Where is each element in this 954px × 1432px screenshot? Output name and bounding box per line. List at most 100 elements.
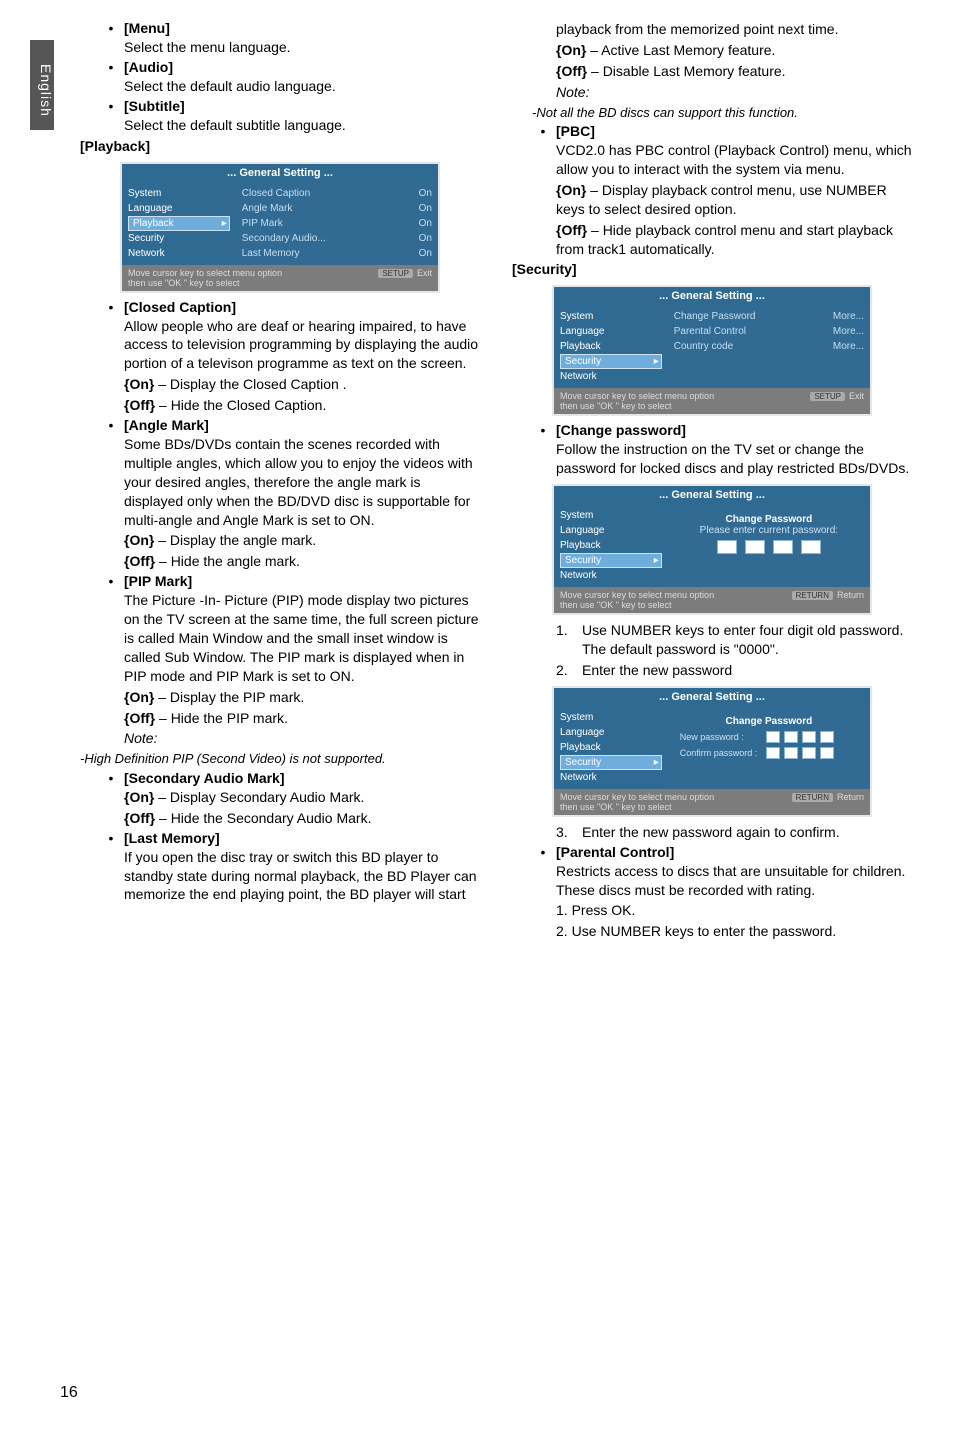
item-change-pw: • [Change password] Follow the instructi…: [512, 422, 914, 478]
pip-note-label: Note:: [124, 729, 482, 748]
osd-v: More...: [833, 326, 864, 337]
bullet: •: [104, 299, 118, 415]
lm-note-label: Note:: [512, 83, 914, 102]
osd-k: PIP Mark: [242, 218, 283, 229]
right-column: playback from the memorized point next t…: [512, 18, 914, 941]
osd-k: Parental Control: [674, 326, 746, 337]
pw-box: [766, 747, 780, 759]
osd-left-item: Network: [560, 568, 662, 583]
osd-foot: Move cursor key to select menu option th…: [122, 265, 438, 291]
steps-list-2: 3.Enter the new password again to confir…: [512, 823, 914, 842]
osd-title: ... General Setting ...: [554, 486, 870, 504]
pip-desc: The Picture -In- Picture (PIP) mode disp…: [124, 591, 482, 685]
pip-on: {On} – Display the PIP mark.: [124, 688, 482, 707]
cp-title: Change Password: [674, 716, 864, 727]
page-number: 16: [60, 1384, 78, 1402]
audio-head: [Audio]: [124, 59, 482, 75]
osd-left-item: System: [560, 508, 662, 523]
osd-left-item: Language: [560, 523, 662, 538]
osd-v: More...: [833, 341, 864, 352]
step-num: 2.: [556, 661, 576, 680]
sa-on: {On} – Display Secondary Audio Mark.: [124, 788, 482, 807]
parental-s2: 2. Use NUMBER keys to enter the password…: [556, 922, 914, 941]
pw-box: [784, 731, 798, 743]
language-tab: English: [30, 40, 54, 130]
bullet: •: [536, 844, 550, 942]
item-audio: • [Audio] Select the default audio langu…: [80, 59, 482, 96]
item-pip-mark: • [PIP Mark] The Picture -In- Picture (P…: [80, 573, 482, 748]
osd-exit: Exit: [849, 391, 864, 401]
osd-exit: Return: [837, 792, 864, 802]
pw-box: [802, 731, 816, 743]
item-pbc: • [PBC] VCD2.0 has PBC control (Playback…: [512, 123, 914, 258]
menu-desc: Select the menu language.: [124, 38, 482, 57]
item-subtitle: • [Subtitle] Select the default subtitle…: [80, 98, 482, 135]
pw-box: [820, 747, 834, 759]
pip-head: [PIP Mark]: [124, 573, 482, 589]
osd-left-item-selected: Playback: [128, 216, 230, 231]
item-angle-mark: • [Angle Mark] Some BDs/DVDs contain the…: [80, 417, 482, 571]
bullet: •: [104, 770, 118, 828]
parental-desc: Restricts access to discs that are unsui…: [556, 862, 914, 900]
cp-head: [Change password]: [556, 422, 914, 438]
cc-desc: Allow people who are deaf or hearing imp…: [124, 317, 482, 374]
menu-head: [Menu]: [124, 20, 482, 36]
osd-v: More...: [833, 311, 864, 322]
osd-left-item-selected: Security: [560, 354, 662, 369]
osd-foot2: then use "OK " key to select: [560, 600, 714, 610]
osd-k: Angle Mark: [242, 203, 293, 214]
left-column: • [Menu] Select the menu language. • [Au…: [80, 18, 482, 941]
osd-k: Country code: [674, 341, 733, 352]
osd-left-item: Playback: [560, 538, 662, 553]
parental-s1: 1. Press OK.: [556, 901, 914, 920]
page-content: • [Menu] Select the menu language. • [Au…: [80, 18, 914, 941]
pw-box: [773, 540, 793, 554]
osd-exit-btn: RETURN: [792, 793, 833, 802]
osd-foot2: then use "OK " key to select: [560, 401, 714, 411]
conf-pw-label: Confirm password :: [680, 748, 760, 758]
cc-off: {Off} – Hide the Closed Caption.: [124, 396, 482, 415]
cp-desc: Follow the instruction on the TV set or …: [556, 440, 914, 478]
step-text: Enter the new password: [582, 661, 732, 680]
item-last-memory: • [Last Memory] If you open the disc tra…: [80, 830, 482, 905]
lm-note: -Not all the BD discs can support this f…: [512, 104, 914, 122]
am-head: [Angle Mark]: [124, 417, 482, 433]
item-closed-caption: • [Closed Caption] Allow people who are …: [80, 299, 482, 415]
pbc-head: [PBC]: [556, 123, 914, 139]
item-menu: • [Menu] Select the menu language.: [80, 20, 482, 57]
parental-head: [Parental Control]: [556, 844, 914, 860]
bullet: •: [104, 59, 118, 96]
conf-pw-row: Confirm password :: [674, 747, 864, 759]
osd-left-item-selected: Security: [560, 755, 662, 770]
osd-k: Change Password: [674, 311, 756, 322]
item-sec-audio: • [Secondary Audio Mark] {On} – Display …: [80, 770, 482, 828]
osd-left-item: Security: [128, 231, 230, 246]
am-on: {On} – Display the angle mark.: [124, 531, 482, 550]
cp-title: Change Password: [674, 514, 864, 525]
pw-boxes: [674, 540, 864, 554]
sa-off: {Off} – Hide the Secondary Audio Mark.: [124, 809, 482, 828]
osd-v: On: [419, 248, 432, 259]
am-off: {Off} – Hide the angle mark.: [124, 552, 482, 571]
osd-left-item: Language: [128, 201, 230, 216]
sa-head: [Secondary Audio Mark]: [124, 770, 482, 786]
osd-left-item-selected: Security: [560, 553, 662, 568]
osd-title: ... General Setting ...: [554, 688, 870, 706]
osd-left-item: Network: [560, 369, 662, 384]
osd-body: System Language Playback Security Networ…: [122, 182, 438, 265]
bullet: •: [536, 422, 550, 478]
osd-v: On: [419, 203, 432, 214]
subtitle-desc: Select the default subtitle language.: [124, 116, 482, 135]
step-text: Use NUMBER keys to enter four digit old …: [582, 621, 914, 659]
osd-password-new: ... General Setting ... System Language …: [552, 686, 872, 817]
step-num: 3.: [556, 823, 576, 842]
osd-left-item: Playback: [560, 740, 662, 755]
osd-v: On: [419, 218, 432, 229]
pw-box: [717, 540, 737, 554]
osd-left-item: Language: [560, 324, 662, 339]
pip-note: -High Definition PIP (Second Video) is n…: [80, 750, 482, 768]
cc-head: [Closed Caption]: [124, 299, 482, 315]
subtitle-head: [Subtitle]: [124, 98, 482, 114]
osd-k: Secondary Audio...: [242, 233, 326, 244]
security-head: [Security]: [512, 260, 914, 279]
